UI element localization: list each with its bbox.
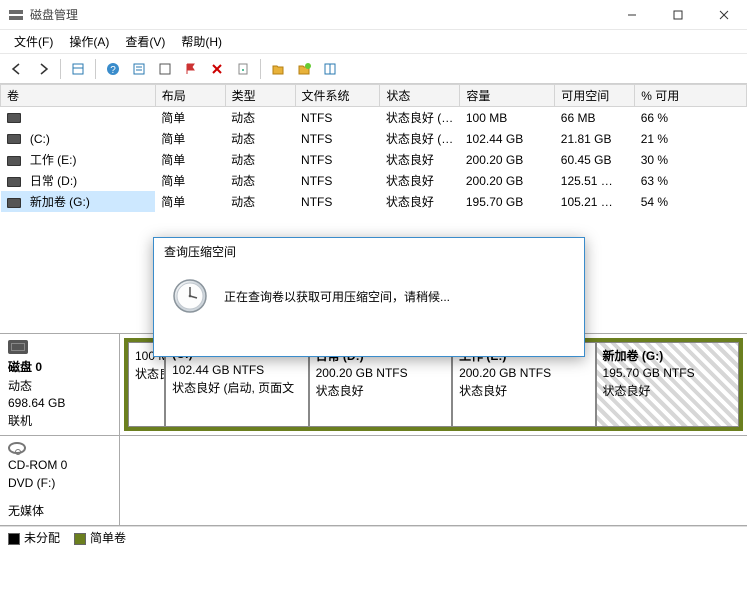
- clock-icon: [172, 278, 208, 314]
- disk-0-type: 动态: [8, 377, 111, 394]
- volume-icon: [7, 198, 21, 208]
- legend: 未分配 简单卷: [0, 526, 747, 548]
- col-type[interactable]: 类型: [225, 85, 295, 107]
- forward-button[interactable]: [32, 58, 54, 80]
- graphical-view: 磁盘 0 动态 698.64 GB 联机 100 M状态良(C:)102.44 …: [0, 334, 747, 548]
- svg-text:?: ?: [110, 65, 116, 76]
- partition-status: 状态良好: [459, 382, 588, 399]
- layout-button[interactable]: [319, 58, 341, 80]
- volume-icon: [7, 134, 21, 144]
- table-row[interactable]: (C:)简单动态NTFS状态良好 (…102.44 GB21.81 GB21 %: [1, 128, 747, 149]
- volume-icon: [7, 156, 21, 166]
- partition-size: 102.44 GB NTFS: [172, 363, 301, 377]
- partition-size: 200.20 GB NTFS: [459, 366, 588, 380]
- partition[interactable]: 新加卷 (G:) 195.70 GB NTFS 状态良好: [596, 342, 739, 427]
- partition-status: 状态良好: [316, 382, 445, 399]
- legend-simple-volume: 简单卷: [74, 529, 126, 546]
- maximize-button[interactable]: [655, 0, 701, 30]
- table-row[interactable]: 日常 (D:)简单动态NTFS状态良好200.20 GB125.51 …63 %: [1, 170, 747, 191]
- col-layout[interactable]: 布局: [155, 85, 225, 107]
- partition-size: 200.20 GB NTFS: [316, 366, 445, 380]
- partition-status: 状态良好 (启动, 页面文: [172, 379, 301, 396]
- views-button[interactable]: [67, 58, 89, 80]
- disk-0-title: 磁盘 0: [8, 358, 111, 375]
- menubar: 文件(F) 操作(A) 查看(V) 帮助(H): [0, 30, 747, 54]
- menu-file[interactable]: 文件(F): [6, 31, 61, 52]
- cdrom-info[interactable]: CD-ROM 0 DVD (F:) 无媒体: [0, 436, 120, 525]
- col-status[interactable]: 状态: [380, 85, 460, 107]
- disk-0-info[interactable]: 磁盘 0 动态 698.64 GB 联机: [0, 334, 120, 435]
- new-button[interactable]: [293, 58, 315, 80]
- back-button[interactable]: [6, 58, 28, 80]
- cdrom-pane: CD-ROM 0 DVD (F:) 无媒体: [0, 436, 747, 526]
- dialog-message: 正在查询卷以获取可用压缩空间，请稍候...: [224, 288, 450, 305]
- window-title: 磁盘管理: [30, 6, 78, 23]
- volume-icon: [7, 177, 21, 187]
- cdrom-title: CD-ROM 0: [8, 458, 111, 472]
- cdrom-state: 无媒体: [8, 502, 111, 519]
- cdrom-icon: [8, 442, 26, 454]
- toolbar: ?: [0, 54, 747, 84]
- partition-size: 195.70 GB NTFS: [603, 366, 732, 380]
- help-button[interactable]: ?: [102, 58, 124, 80]
- partition-status: 状态良好: [603, 382, 732, 399]
- menu-help[interactable]: 帮助(H): [173, 31, 230, 52]
- partition-status: 状态良: [135, 365, 158, 382]
- query-shrink-dialog: 查询压缩空间 正在查询卷以获取可用压缩空间，请稍候...: [153, 237, 585, 357]
- disk-icon: [8, 340, 28, 354]
- open-button[interactable]: [267, 58, 289, 80]
- col-free[interactable]: 可用空间: [555, 85, 635, 107]
- refresh-button[interactable]: [154, 58, 176, 80]
- table-header: 卷 布局 类型 文件系统 状态 容量 可用空间 % 可用: [1, 85, 747, 107]
- table-row[interactable]: 工作 (E:)简单动态NTFS状态良好200.20 GB60.45 GB30 %: [1, 149, 747, 170]
- table-body: 简单动态NTFS状态良好 (…100 MB66 MB66 % (C:)简单动态N…: [1, 107, 747, 213]
- legend-unallocated: 未分配: [8, 529, 60, 546]
- cdrom-sub: DVD (F:): [8, 476, 111, 490]
- volume-icon: [7, 113, 21, 123]
- disk-0-size: 698.64 GB: [8, 396, 111, 410]
- table-row[interactable]: 新加卷 (G:)简单动态NTFS状态良好195.70 GB105.21 …54 …: [1, 191, 747, 212]
- menu-view[interactable]: 查看(V): [117, 31, 173, 52]
- list-button[interactable]: [128, 58, 150, 80]
- col-pct[interactable]: % 可用: [635, 85, 747, 107]
- close-button[interactable]: [701, 0, 747, 30]
- col-fs[interactable]: 文件系统: [295, 85, 380, 107]
- flag-button[interactable]: [180, 58, 202, 80]
- dialog-title: 查询压缩空间: [154, 238, 584, 264]
- minimize-button[interactable]: [609, 0, 655, 30]
- disk-0-state: 联机: [8, 412, 111, 429]
- table-row[interactable]: 简单动态NTFS状态良好 (…100 MB66 MB66 %: [1, 107, 747, 129]
- col-volume[interactable]: 卷: [1, 85, 156, 107]
- window-titlebar: 磁盘管理: [0, 0, 747, 30]
- delete-button[interactable]: [206, 58, 228, 80]
- col-capacity[interactable]: 容量: [460, 85, 555, 107]
- menu-action[interactable]: 操作(A): [61, 31, 117, 52]
- properties-button[interactable]: [232, 58, 254, 80]
- app-icon: [8, 7, 24, 23]
- partition-title: 新加卷 (G:): [603, 347, 732, 364]
